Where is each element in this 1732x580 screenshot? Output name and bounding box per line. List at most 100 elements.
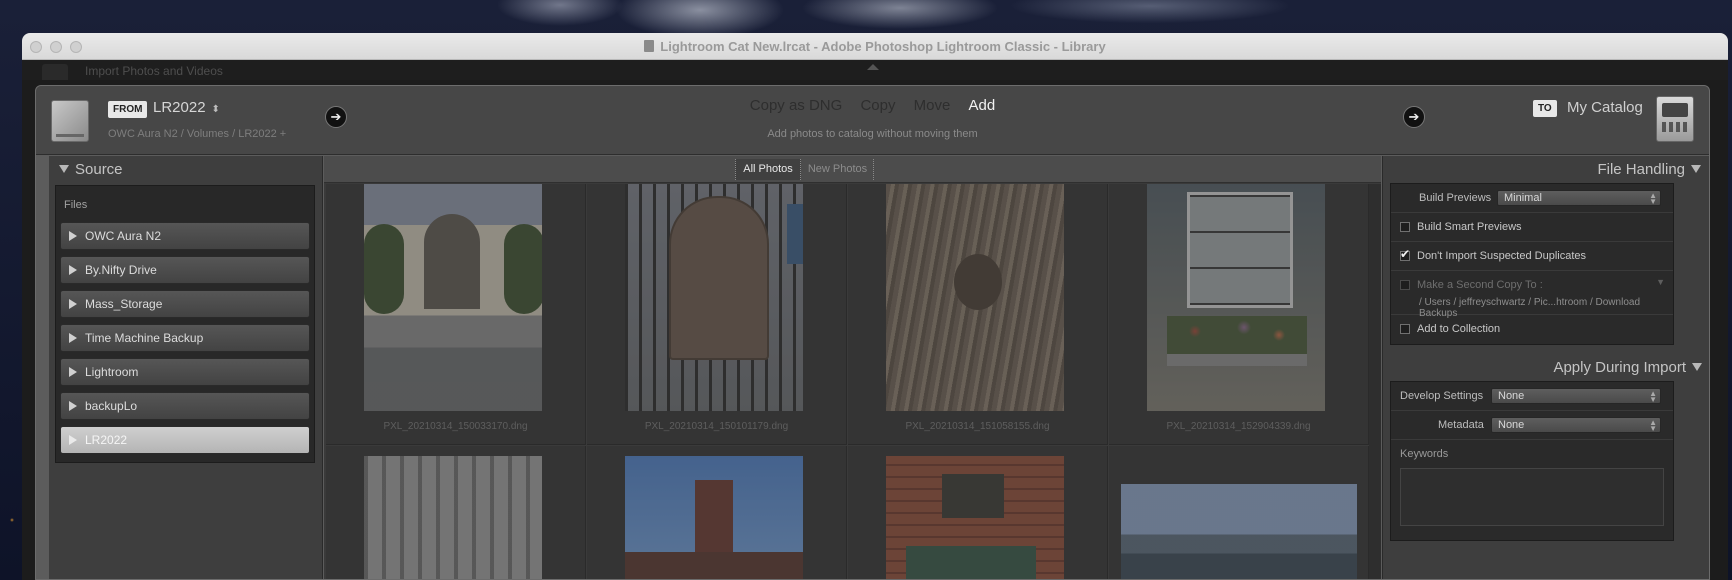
no-duplicates-row[interactable]: Don't Import Suspected Duplicates — [1391, 242, 1673, 271]
metadata-value: None — [1498, 419, 1525, 431]
build-previews-value: Minimal — [1504, 192, 1542, 204]
photo-grid-area: All Photos New Photos PXL_20210314_15003… — [324, 156, 1381, 579]
collapse-triangle-icon — [59, 165, 69, 173]
select-arrows-icon: ▲ ▼ — [1649, 418, 1657, 433]
destination-arrow-icon[interactable]: ➔ — [1403, 106, 1425, 128]
grid-cell[interactable] — [1109, 446, 1369, 579]
source-item-label: OWC Aura N2 — [85, 229, 162, 243]
thumbnail-grid: PXL_20210314_150033170.dng PXL_20210314_… — [326, 184, 1369, 579]
disclosure-triangle-icon[interactable] — [69, 367, 77, 377]
second-copy-dropdown-icon[interactable]: ▼ — [1656, 277, 1665, 287]
collapse-triangle-icon — [1692, 363, 1702, 371]
photo-thumbnail[interactable] — [886, 184, 1064, 411]
develop-settings-select[interactable]: None ▲ ▼ — [1491, 388, 1661, 404]
grid-cell[interactable]: PXL_20210314_151058155.dng — [848, 184, 1108, 445]
import-top-bar: FROM LR2022 ⬍ OWC Aura N2 / Volumes / LR2… — [36, 86, 1709, 155]
metadata-label: Metadata — [1438, 419, 1484, 431]
settings-panel: File Handling Build Previews Minimal ▲ ▼ B… — [1382, 156, 1709, 579]
window-title: Lightroom Cat New.lrcat - Adobe Photosho… — [22, 39, 1728, 54]
add-to-collection-row[interactable]: Add to Collection — [1391, 315, 1673, 344]
add-to-collection-checkbox[interactable] — [1400, 324, 1410, 334]
file-handling-title: File Handling — [1597, 161, 1685, 178]
source-item-label: Time Machine Backup — [85, 331, 204, 345]
photo-thumbnail[interactable] — [1147, 184, 1325, 411]
no-duplicates-label: Don't Import Suspected Duplicates — [1417, 250, 1587, 262]
grid-filter-bar: All Photos New Photos — [324, 156, 1381, 183]
window-title-text: Lightroom Cat New.lrcat - Adobe Photosho… — [660, 39, 1106, 54]
apply-during-import-title: Apply During Import — [1553, 359, 1686, 376]
build-previews-label: Build Previews — [1419, 192, 1492, 204]
select-arrows-icon: ▲ ▼ — [1649, 191, 1657, 206]
disclosure-triangle-icon[interactable] — [69, 333, 77, 343]
mode-move[interactable]: Move — [914, 97, 951, 114]
source-item-lightroom[interactable]: Lightroom — [60, 358, 310, 386]
source-item-mass-storage[interactable]: Mass_Storage — [60, 290, 310, 318]
source-item-label: Lightroom — [85, 365, 139, 379]
source-item-label: backupLo — [85, 399, 138, 413]
build-previews-row: Build Previews Minimal ▲ ▼ — [1391, 184, 1673, 213]
build-smart-previews-row[interactable]: Build Smart Previews — [1391, 213, 1673, 242]
grid-cell[interactable]: PXL_20210314_152904339.dng — [1109, 184, 1369, 445]
tab-new-photos[interactable]: New Photos — [802, 159, 874, 180]
to-badge: TO — [1533, 100, 1557, 117]
files-label: Files — [64, 199, 88, 211]
mode-add[interactable]: Add — [969, 97, 996, 114]
disclosure-triangle-icon[interactable] — [69, 299, 77, 309]
source-item-label: LR2022 — [85, 433, 128, 447]
import-photos-label: Import Photos and Videos — [85, 64, 223, 78]
photo-thumbnail[interactable] — [886, 456, 1064, 579]
photo-thumbnail[interactable] — [625, 456, 803, 579]
file-handling-box: Build Previews Minimal ▲ ▼ Build Smart Pre… — [1390, 183, 1674, 345]
disclosure-triangle-icon[interactable] — [69, 231, 77, 241]
add-to-collection-label: Add to Collection — [1417, 323, 1501, 335]
destination-label: My Catalog — [1567, 99, 1643, 116]
keywords-field[interactable] — [1400, 468, 1664, 526]
grid-cell[interactable]: PXL_20210314_150101179.dng — [587, 184, 847, 445]
build-previews-select[interactable]: Minimal ▲ ▼ — [1497, 190, 1661, 206]
tab-all-photos[interactable]: All Photos — [735, 159, 801, 180]
grid-cell[interactable] — [326, 446, 586, 579]
grid-cell[interactable] — [848, 446, 1108, 579]
source-item-backuplo[interactable]: backupLo — [60, 392, 310, 420]
grid-scrollbar[interactable] — [1369, 184, 1381, 579]
develop-settings-label: Develop Settings — [1400, 390, 1484, 402]
file-handling-header[interactable]: File Handling — [1383, 156, 1709, 183]
photo-filename: PXL_20210314_152904339.dng — [1166, 421, 1311, 432]
second-copy-checkbox[interactable] — [1400, 280, 1410, 290]
disclosure-triangle-icon[interactable] — [69, 435, 77, 445]
mode-copy[interactable]: Copy — [860, 97, 895, 114]
source-item-owc-aura-n2[interactable]: OWC Aura N2 — [60, 222, 310, 250]
second-copy-label: Make a Second Copy To : — [1417, 279, 1543, 291]
apply-during-import-box: Develop Settings None ▲ ▼ Metadata None ▲ ▼ … — [1390, 381, 1674, 541]
library-import-bar: Import Photos and Videos — [22, 60, 1728, 80]
source-panel-header[interactable]: Source — [49, 156, 322, 183]
photo-thumbnail[interactable] — [364, 184, 542, 411]
grid-cell[interactable] — [587, 446, 847, 579]
develop-settings-row: Develop Settings None ▲ ▼ — [1391, 382, 1673, 411]
second-copy-row[interactable]: Make a Second Copy To : ▼ / Users / jeff… — [1391, 271, 1673, 319]
build-smart-previews-label: Build Smart Previews — [1417, 221, 1522, 233]
source-item-lr2022[interactable]: LR2022 — [60, 426, 310, 454]
photo-filename: PXL_20210314_150101179.dng — [644, 421, 789, 432]
build-smart-previews-checkbox[interactable] — [1400, 222, 1410, 232]
photo-thumbnail[interactable] — [625, 184, 803, 411]
photo-thumbnail[interactable] — [1121, 484, 1357, 579]
photo-thumbnail[interactable] — [364, 456, 542, 579]
source-panel: Source Files OWC Aura N2 By.Nifty Drive … — [49, 156, 323, 579]
disclosure-triangle-icon[interactable] — [69, 401, 77, 411]
disclosure-triangle-icon[interactable] — [69, 265, 77, 275]
keywords-label: Keywords — [1400, 448, 1449, 460]
title-bar: Lightroom Cat New.lrcat - Adobe Photosho… — [22, 33, 1728, 60]
source-item-time-machine-backup[interactable]: Time Machine Backup — [60, 324, 310, 352]
mode-copy-as-dng[interactable]: Copy as DNG — [750, 97, 843, 114]
keywords-row: Keywords — [1391, 440, 1673, 540]
source-item-by-nifty-drive[interactable]: By.Nifty Drive — [60, 256, 310, 284]
document-icon — [644, 40, 655, 52]
collapse-caret-icon[interactable] — [867, 64, 879, 70]
apply-during-import-header[interactable]: Apply During Import — [1383, 354, 1709, 381]
metadata-select[interactable]: None ▲ ▼ — [1491, 417, 1661, 433]
select-arrows-icon: ▲ ▼ — [1649, 389, 1657, 404]
no-duplicates-checkbox[interactable] — [1400, 247, 1410, 261]
grid-cell[interactable]: PXL_20210314_150033170.dng — [326, 184, 586, 445]
import-icon — [42, 64, 68, 80]
